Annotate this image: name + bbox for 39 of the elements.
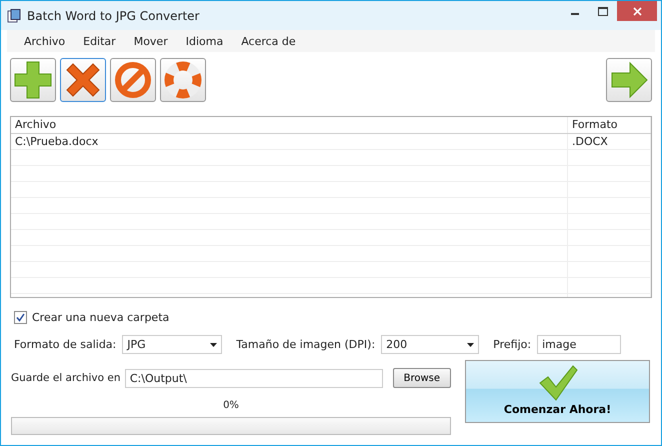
add-button[interactable]: [10, 58, 56, 102]
maximize-icon: [598, 6, 608, 16]
field-label: Formato de salida:: [14, 338, 116, 351]
checkbox-label: Crear una nueva carpeta: [32, 311, 170, 324]
menu-item[interactable]: Idioma: [176, 34, 232, 48]
table-cell: C:\Prueba.docx: [11, 134, 568, 149]
close-button[interactable]: [617, 1, 657, 21]
menu-item[interactable]: Acerca de: [232, 34, 305, 48]
field-label: Tamaño de imagen (DPI):: [236, 338, 376, 351]
format-dropdown[interactable]: JPG: [122, 335, 222, 354]
menu-item[interactable]: Mover: [124, 34, 177, 48]
field-label: Prefijo:: [493, 338, 532, 351]
help-button[interactable]: [160, 58, 206, 102]
remove-button[interactable]: [60, 58, 106, 102]
close-icon: [632, 6, 642, 16]
table-cell: .DOCX: [568, 134, 651, 149]
output-folder-field[interactable]: C:\Output\: [124, 368, 383, 388]
browse-button[interactable]: Browse: [392, 368, 451, 388]
window-title: Batch Word to JPG Converter: [27, 8, 200, 22]
dpi-dropdown[interactable]: 200: [381, 335, 480, 354]
start-button[interactable]: Comenzar Ahora!: [465, 360, 650, 423]
field-label: Guarde el archivo en: [11, 372, 122, 384]
next-button[interactable]: [606, 58, 652, 102]
checkbox[interactable]: [14, 311, 27, 324]
clear-button[interactable]: [110, 58, 156, 102]
arrow-right-icon: [609, 60, 649, 100]
prohibited-icon: [113, 60, 153, 100]
column-header[interactable]: Archivo: [11, 117, 568, 133]
plus-icon: [13, 60, 53, 100]
column-header[interactable]: Formato: [568, 117, 651, 133]
lifebuoy-icon: [163, 60, 203, 100]
progress-reading: 0%: [222, 400, 240, 411]
app-icon: [7, 8, 21, 22]
checkmark-icon: [538, 365, 578, 401]
menu-item[interactable]: Archivo: [15, 34, 74, 48]
caret-icon: [467, 342, 474, 346]
prefix-field[interactable]: image: [537, 335, 622, 354]
menu-item[interactable]: Editar: [74, 34, 125, 48]
caret-icon: [210, 342, 218, 346]
